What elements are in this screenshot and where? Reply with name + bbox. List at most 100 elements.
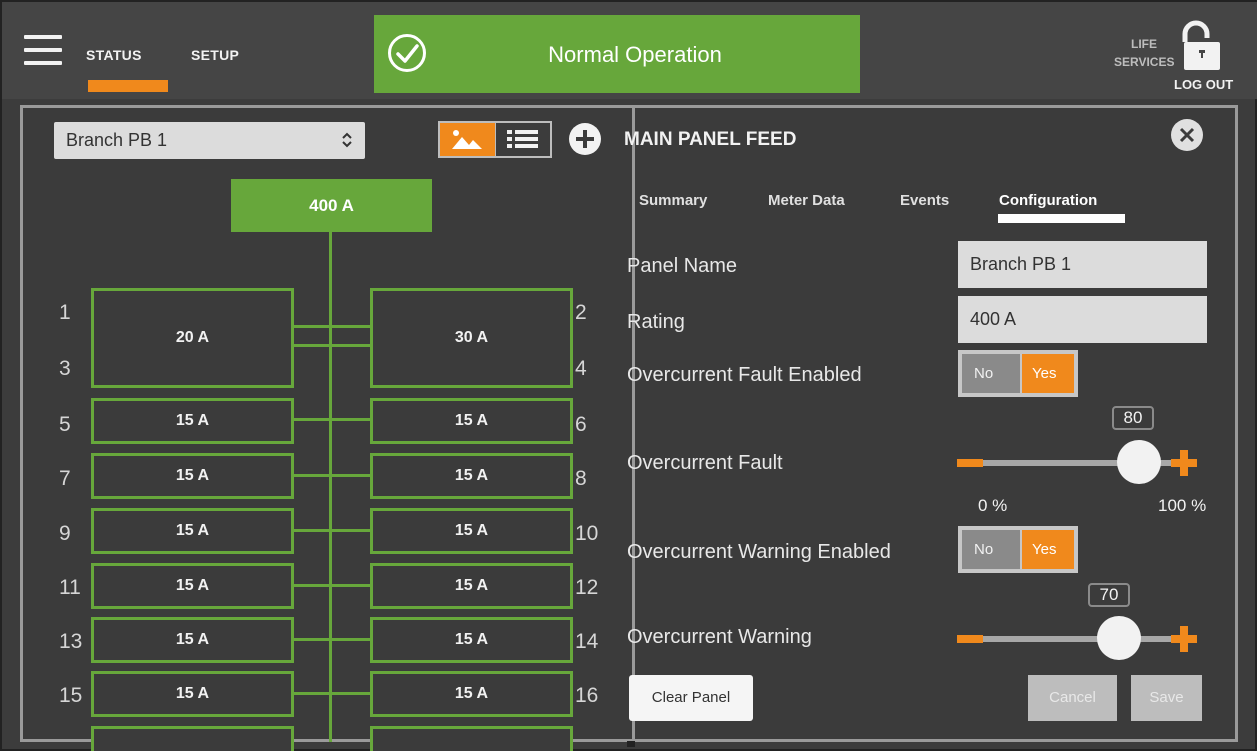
- mountain-image-icon: [452, 130, 482, 149]
- slot-number: 11: [59, 576, 81, 599]
- breaker-right[interactable]: 30 A: [370, 288, 573, 388]
- slot-number: 4: [575, 357, 587, 380]
- resize-grip: [627, 741, 635, 747]
- slot-number: 13: [59, 630, 83, 653]
- oc-fault-enabled-label: Overcurrent Fault Enabled: [627, 364, 862, 386]
- oc-warning-value-badge: 70: [1088, 583, 1130, 607]
- tab-events[interactable]: Events: [900, 192, 949, 209]
- slot-number: 3: [59, 357, 71, 380]
- bus-connector: [294, 638, 370, 641]
- graphic-view-button[interactable]: [440, 123, 495, 156]
- configuration-tab-underline: [998, 214, 1125, 223]
- slot-number: 7: [59, 467, 71, 490]
- tab-meter-data[interactable]: Meter Data: [768, 192, 845, 209]
- slider-track: [979, 636, 1179, 642]
- tab-summary[interactable]: Summary: [639, 192, 707, 209]
- toggle-no: No: [962, 530, 1020, 569]
- nav-tab-status[interactable]: STATUS: [86, 47, 142, 63]
- breaker-right[interactable]: 15 A: [370, 453, 573, 499]
- breaker-left[interactable]: 20 A: [91, 288, 294, 388]
- toggle-yes: Yes: [1022, 530, 1074, 569]
- rating-label: Rating: [627, 311, 685, 333]
- toggle-yes: Yes: [1022, 354, 1074, 393]
- breaker-right[interactable]: [370, 726, 573, 751]
- breaker-right[interactable]: 15 A: [370, 563, 573, 609]
- breaker-right[interactable]: 15 A: [370, 671, 573, 717]
- list-view-button[interactable]: [496, 123, 550, 156]
- minus-icon[interactable]: [957, 635, 983, 643]
- tab-configuration[interactable]: Configuration: [999, 192, 1097, 209]
- oc-fault-value-badge: 80: [1112, 406, 1154, 430]
- bus-connector: [294, 325, 370, 328]
- life-services-line1: LIFE: [1131, 37, 1157, 51]
- breaker-right[interactable]: 15 A: [370, 398, 573, 444]
- main-breaker[interactable]: 400 A: [231, 179, 432, 232]
- life-services-line2: SERVICES: [1114, 55, 1175, 69]
- slot-number: 15: [59, 684, 83, 707]
- bus-connector: [294, 474, 370, 477]
- slot-number: 8: [575, 467, 587, 490]
- unlocked-padlock-icon[interactable]: [1181, 20, 1221, 72]
- breaker-left[interactable]: 15 A: [91, 398, 294, 444]
- hamburger-menu-icon[interactable]: [24, 35, 62, 67]
- active-tab-indicator: [88, 80, 168, 92]
- life-services-button[interactable]: LIFE SERVICES: [1114, 35, 1174, 71]
- content-frame: Branch PB 1 400 A 20 A 15 A 15 A 15 A 15…: [20, 105, 1238, 751]
- bus-connector: [294, 344, 370, 347]
- slot-number: 16: [575, 684, 599, 707]
- slider-min-label: 0 %: [978, 496, 1008, 515]
- list-icon: [507, 130, 538, 148]
- breaker-right[interactable]: 15 A: [370, 508, 573, 554]
- panel-select-dropdown[interactable]: Branch PB 1: [54, 122, 365, 159]
- slot-number: 9: [59, 522, 71, 545]
- breaker-right[interactable]: 15 A: [370, 617, 573, 663]
- oc-fault-slider[interactable]: [957, 432, 1197, 492]
- breaker-left[interactable]: 15 A: [91, 617, 294, 663]
- slider-thumb[interactable]: [1117, 440, 1161, 484]
- breaker-left[interactable]: 15 A: [91, 453, 294, 499]
- oc-warning-enabled-label: Overcurrent Warning Enabled: [627, 541, 891, 563]
- slot-number: 10: [575, 522, 599, 545]
- breaker-left[interactable]: 15 A: [91, 671, 294, 717]
- slot-number: 6: [575, 413, 587, 436]
- panel-select-value: Branch PB 1: [66, 130, 168, 150]
- oc-fault-enabled-toggle[interactable]: No Yes: [958, 350, 1078, 397]
- view-toggle: [438, 121, 552, 158]
- clear-panel-button[interactable]: Clear Panel: [629, 675, 753, 721]
- slot-number: 2: [575, 301, 587, 324]
- slider-thumb[interactable]: [1097, 616, 1141, 660]
- rating-field[interactable]: [958, 296, 1207, 343]
- breaker-left[interactable]: 15 A: [91, 508, 294, 554]
- minus-icon[interactable]: [957, 459, 983, 467]
- bus-trunk: [329, 232, 332, 742]
- save-button[interactable]: Save: [1131, 675, 1202, 721]
- status-text: Normal Operation: [548, 42, 722, 67]
- nav-tab-setup[interactable]: SETUP: [191, 47, 239, 63]
- bus-connector: [294, 584, 370, 587]
- add-circle-icon[interactable]: [568, 122, 602, 156]
- slot-number: 5: [59, 413, 71, 436]
- panel-name-field[interactable]: [958, 241, 1207, 288]
- slot-number: 1: [59, 301, 71, 324]
- bus-connector: [294, 529, 370, 532]
- log-out-button[interactable]: LOG OUT: [1174, 77, 1233, 92]
- oc-warning-label: Overcurrent Warning: [627, 626, 812, 648]
- slot-number: 12: [575, 576, 599, 599]
- slider-max-label: 100 %: [1158, 496, 1207, 515]
- panel-name-label: Panel Name: [627, 255, 738, 277]
- bus-connector: [294, 692, 370, 695]
- oc-warning-slider[interactable]: [957, 608, 1197, 668]
- bus-connector: [294, 418, 370, 421]
- toggle-no: No: [962, 354, 1020, 393]
- breaker-left[interactable]: 15 A: [91, 563, 294, 609]
- up-down-chevron-icon: [342, 132, 352, 148]
- oc-warning-enabled-toggle[interactable]: No Yes: [958, 526, 1078, 573]
- status-banner: Normal Operation: [374, 15, 860, 93]
- oc-fault-label: Overcurrent Fault: [627, 452, 783, 474]
- breaker-left[interactable]: [91, 726, 294, 751]
- slot-number: 14: [575, 630, 599, 653]
- cancel-button[interactable]: Cancel: [1028, 675, 1117, 721]
- top-bar: STATUS SETUP Normal Operation LIFE SERVI…: [2, 2, 1257, 99]
- close-circle-icon[interactable]: [1170, 118, 1204, 152]
- app-window: STATUS SETUP Normal Operation LIFE SERVI…: [0, 0, 1257, 751]
